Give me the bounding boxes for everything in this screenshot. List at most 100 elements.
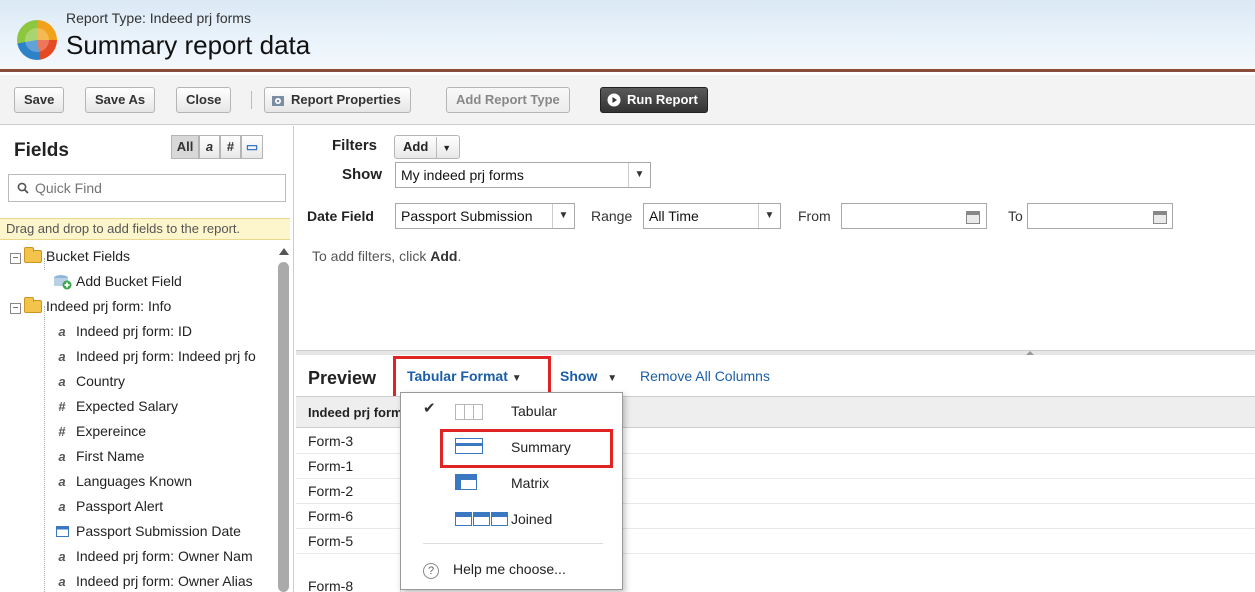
tree-label: Passport Submission Date <box>76 523 241 539</box>
tree-field[interactable]: a Country <box>54 369 125 394</box>
tree-label: Languages Known <box>76 473 192 489</box>
filter-number-button[interactable]: # <box>220 135 241 159</box>
menu-item-joined[interactable]: Joined <box>401 503 622 535</box>
show-dropdown-button[interactable]: Show ▼ <box>560 368 617 384</box>
report-type-label: Report Type: Indeed prj forms <box>66 10 251 26</box>
tree-field[interactable]: a Indeed prj form: Owner Alias <box>54 569 276 592</box>
save-as-button[interactable]: Save As <box>85 87 156 113</box>
menu-item-label: Joined <box>511 511 553 527</box>
number-field-icon: # <box>58 399 66 414</box>
close-button[interactable]: Close <box>176 87 232 113</box>
checkmark-icon: ✔ <box>423 400 436 417</box>
show-select-value: My indeed prj forms <box>401 167 524 183</box>
report-properties-label: Report Properties <box>291 92 401 107</box>
date-field-icon <box>54 519 70 544</box>
add-bucket-icon <box>54 275 72 290</box>
tree-scrollbar[interactable] <box>278 248 290 592</box>
tree-folder-indeed-prj-form-info[interactable]: − Indeed prj form: Info <box>10 294 171 319</box>
joined-icon <box>455 512 511 526</box>
table-cell: Form-5 <box>308 533 354 549</box>
collapse-icon[interactable]: − <box>10 253 21 264</box>
filter-hint: To add filters, click Add. <box>312 248 461 264</box>
tabular-icon <box>455 404 483 420</box>
quick-find-box[interactable] <box>8 174 286 202</box>
add-report-type-button[interactable]: Add Report Type <box>446 87 570 113</box>
date-field-select[interactable]: Passport Submission ▼ <box>395 203 575 229</box>
scroll-thumb[interactable] <box>278 262 289 592</box>
add-filter-label: Add <box>403 139 429 154</box>
tree-field[interactable]: a Passport Alert <box>54 494 163 519</box>
filter-text-button[interactable]: a <box>199 135 220 159</box>
range-value: All Time <box>649 208 699 224</box>
help-icon: ? <box>423 563 439 579</box>
calendar-icon[interactable] <box>1153 211 1167 224</box>
menu-item-help-me-choose[interactable]: ? Help me choose... <box>401 553 622 585</box>
range-select[interactable]: All Time ▼ <box>643 203 781 229</box>
tree-label: Indeed prj form: Indeed prj fo <box>76 348 256 364</box>
tree-folder-bucket-fields[interactable]: − Bucket Fields <box>10 244 130 269</box>
text-field-icon: a <box>58 499 66 514</box>
toolbar: Save Save As Close Report Properties Add… <box>0 75 1255 125</box>
report-logo-icon <box>17 20 57 60</box>
drag-hint: Drag and drop to add fields to the repor… <box>0 218 290 240</box>
page-title: Summary report data <box>66 30 311 60</box>
toolbar-divider <box>251 91 252 109</box>
from-label: From <box>798 208 831 224</box>
tree-field[interactable]: a Indeed prj form: Indeed prj fo <box>54 344 276 369</box>
menu-item-tabular[interactable]: ✔ Tabular <box>401 395 622 427</box>
tree-field[interactable]: a Indeed prj form: Owner Nam <box>54 544 276 569</box>
collapse-icon[interactable]: − <box>10 303 21 314</box>
text-field-icon: a <box>58 374 66 389</box>
tree-field[interactable]: # Expereince <box>54 419 146 444</box>
field-tree: − Bucket Fields Add Bucket Field − Indeed … <box>0 244 276 592</box>
number-field-icon: # <box>58 424 66 439</box>
show-select[interactable]: My indeed prj forms ▼ <box>395 162 651 188</box>
tree-field[interactable]: # Expected Salary <box>54 394 178 419</box>
date-field-label: Date Field <box>307 208 374 224</box>
chevron-down-icon[interactable]: ▼ <box>436 137 451 159</box>
tree-field[interactable]: a Indeed prj form: ID <box>54 319 192 344</box>
filters-label: Filters <box>332 137 378 154</box>
table-cell: Form-3 <box>308 433 354 449</box>
tree-field[interactable]: a Languages Known <box>54 469 192 494</box>
filters-panel: Filters Add ▼ Show My indeed prj forms ▼ … <box>296 126 1255 350</box>
tree-label: Indeed prj form: Owner Alias <box>76 573 253 589</box>
add-filter-button[interactable]: Add ▼ <box>394 135 461 159</box>
chevron-down-icon: ▼ <box>628 163 650 187</box>
matrix-icon <box>455 474 477 490</box>
scroll-up-icon[interactable] <box>279 248 289 255</box>
filter-date-button[interactable]: ▭ <box>241 135 263 159</box>
tree-label: Expected Salary <box>76 398 178 414</box>
tree-label: Add Bucket Field <box>76 273 182 289</box>
remove-all-columns-link[interactable]: Remove All Columns <box>640 368 770 384</box>
tree-label: Country <box>76 373 126 389</box>
save-button[interactable]: Save <box>14 87 65 113</box>
menu-item-matrix[interactable]: Matrix <box>401 467 622 499</box>
table-cell: Form-8 <box>308 578 354 592</box>
tree-guide <box>44 306 45 592</box>
panel-splitter[interactable] <box>296 350 1255 355</box>
run-report-button[interactable]: Run Report <box>600 87 708 113</box>
tree-field[interactable]: Passport Submission Date <box>54 519 241 544</box>
run-report-label: Run Report <box>627 92 698 107</box>
tree-item-add-bucket-field[interactable]: Add Bucket Field <box>52 269 182 294</box>
filter-all-button[interactable]: All <box>171 135 199 159</box>
text-field-icon: a <box>58 449 66 464</box>
show-dropdown-label: Show <box>560 368 598 384</box>
filter-hint-suffix: . <box>457 248 462 264</box>
tree-label: Bucket Fields <box>46 248 131 264</box>
splitter-grip-icon[interactable] <box>1026 351 1034 355</box>
report-properties-button[interactable]: Report Properties <box>264 87 411 113</box>
table-cell: Form-1 <box>308 458 354 474</box>
quick-find-input[interactable] <box>35 178 275 198</box>
calendar-icon[interactable] <box>966 211 980 224</box>
chevron-down-icon: ▼ <box>607 373 618 384</box>
to-date-input[interactable] <box>1027 203 1173 229</box>
tree-label: Expereince <box>76 423 147 439</box>
text-field-icon: a <box>58 574 66 589</box>
column-header[interactable]: Indeed prj form <box>308 405 400 420</box>
page-header: Report Type: Indeed prj forms Summary re… <box>0 0 1255 72</box>
gear-icon <box>272 96 284 106</box>
to-label: To <box>1008 208 1023 224</box>
tree-field[interactable]: a First Name <box>54 444 144 469</box>
